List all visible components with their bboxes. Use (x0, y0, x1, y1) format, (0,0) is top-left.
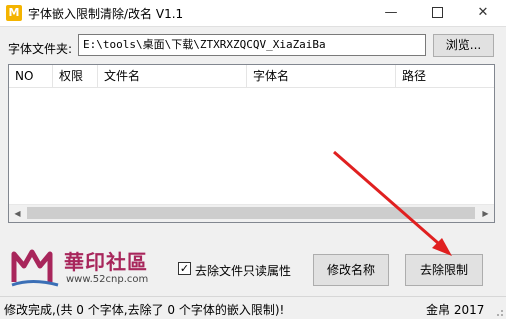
minimize-button[interactable]: — (368, 0, 414, 26)
scroll-thumb[interactable] (27, 207, 475, 219)
maximize-icon (431, 7, 443, 18)
status-message: 修改完成,(共 0 个字体,去除了 0 个字体的嵌入限制)! (4, 303, 285, 317)
window-title: 字体嵌入限制清除/改名 V1.1 (28, 7, 184, 21)
scroll-left-icon[interactable]: ◀ (9, 205, 26, 222)
app-icon: M (6, 5, 22, 21)
column-header-filename[interactable]: 文件名 (98, 65, 247, 87)
browse-button[interactable]: 浏览... (433, 34, 494, 57)
remove-readonly-label[interactable]: 去除文件只读属性 (195, 262, 291, 279)
rename-button[interactable]: 修改名称 (313, 254, 389, 286)
scroll-right-icon[interactable]: ▶ (477, 205, 494, 222)
resize-grip-icon[interactable] (494, 307, 504, 317)
folder-label: 字体文件夹: (8, 42, 73, 56)
list-header: NO 权限 文件名 字体名 路径 (9, 65, 494, 88)
logo-url: www.52cnp.com (66, 274, 149, 285)
logo-mark-icon (11, 249, 59, 287)
column-header-no[interactable]: NO (9, 65, 53, 87)
maximize-button[interactable] (414, 0, 460, 26)
folder-path-input[interactable]: E:\tools\桌面\下载\ZTXRXZQCQV_XiaZaiBa (78, 34, 426, 56)
column-header-path[interactable]: 路径 (396, 65, 494, 87)
remove-readonly-checkbox[interactable]: ✓ (178, 262, 191, 275)
horizontal-scrollbar[interactable]: ◀ ▶ (9, 204, 494, 222)
font-list[interactable]: NO 权限 文件名 字体名 路径 ◀ ▶ (8, 64, 495, 223)
close-button[interactable]: ✕ (460, 0, 506, 26)
site-logo: 華印社區 www.52cnp.com (10, 244, 180, 290)
status-bar: 修改完成,(共 0 个字体,去除了 0 个字体的嵌入限制)! 金帛 2017 (0, 296, 506, 319)
title-bar: M 字体嵌入限制清除/改名 V1.1 — ✕ (0, 0, 506, 27)
column-header-fontname[interactable]: 字体名 (247, 65, 396, 87)
column-header-permission[interactable]: 权限 (53, 65, 98, 87)
logo-title: 華印社區 (64, 250, 148, 274)
status-author: 金帛 2017 (426, 303, 485, 317)
remove-restriction-button[interactable]: 去除限制 (405, 254, 483, 286)
